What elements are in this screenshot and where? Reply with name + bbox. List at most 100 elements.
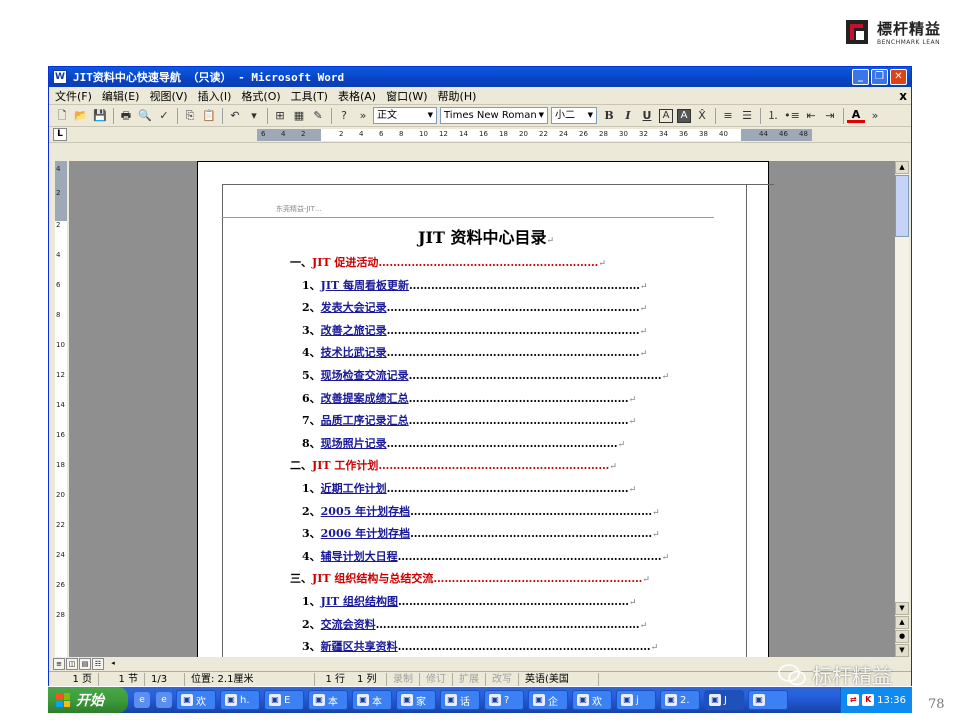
dropdown-arrow-icon[interactable]: ▾ [245, 107, 263, 125]
print-icon[interactable]: 🖶 [117, 107, 135, 125]
horizontal-ruler[interactable]: 6 4 2 2 4 6 8 10 12 14 16 18 20 22 24 26 28 30 32 34 36 38 40 4… [257, 129, 812, 141]
style-select[interactable]: 正文 ▼ [373, 107, 437, 124]
status-overtype[interactable]: 改写 [486, 672, 519, 686]
font-select[interactable]: Times New Roman ▼ [440, 107, 548, 124]
align-distributed-icon[interactable]: ☰ [738, 107, 756, 125]
document-close-button[interactable]: x [899, 89, 907, 103]
toc-item[interactable]: 1、JIT 组织结构图………………………………………………………↵ [302, 593, 637, 609]
vertical-scrollbar[interactable]: ▲ ▼ ▲ ● ▼ [895, 161, 909, 657]
toc-item[interactable]: 6、改善提案成绩汇总……………………………………………………↵ [302, 390, 636, 406]
taskbar-task-button[interactable]: ▣ [748, 690, 788, 710]
start-button[interactable]: 开始 [48, 687, 128, 713]
scroll-up-icon[interactable]: ▲ [895, 161, 909, 174]
toolbar-overflow-icon[interactable]: » [866, 107, 884, 125]
scroll-left-icon[interactable]: ◂ [107, 658, 119, 670]
toolbar-overflow-icon[interactable]: » [354, 107, 372, 125]
normal-view-icon[interactable]: ≡ [53, 658, 65, 670]
toc-item[interactable]: 1、近期工作计划…………………………………………………………↵ [302, 480, 636, 496]
menu-file[interactable]: 文件(F) [55, 88, 92, 104]
menu-edit[interactable]: 编辑(E) [102, 88, 140, 104]
antivirus-icon[interactable]: K [862, 694, 875, 706]
taskbar-task-button[interactable]: ▣ 企 [528, 690, 568, 710]
new-document-icon[interactable]: 🗋 [53, 107, 71, 125]
restore-button[interactable]: ❐ [871, 69, 888, 85]
menu-window[interactable]: 窗口(W) [386, 88, 427, 104]
scroll-down-icon[interactable]: ▼ [895, 602, 909, 615]
taskbar-task-button[interactable]: ▣ j [616, 690, 656, 710]
toc-item[interactable]: 3、改善之旅记录……………………………………………………………↵ [302, 322, 647, 338]
vertical-ruler[interactable]: 4 2 2 4 6 8 10 12 14 16 18 20 22 24 26 28 [55, 161, 67, 657]
toc-item[interactable]: 3、新疆区共享资料……………………………………………………………↵ [302, 638, 658, 654]
bold-button[interactable]: B [600, 107, 618, 125]
status-record[interactable]: 录制 [387, 672, 420, 686]
decrease-indent-icon[interactable]: ⇤ [802, 107, 820, 125]
prev-page-icon[interactable]: ▲ [895, 616, 909, 629]
toc-item[interactable]: 1、JIT 每周看板更新………………………………………………………↵ [302, 277, 648, 293]
increase-indent-icon[interactable]: ⇥ [821, 107, 839, 125]
network-icon[interactable]: ⇄ [847, 694, 860, 706]
columns-icon[interactable]: ▦ [290, 107, 308, 125]
bullets-icon[interactable]: •≡ [783, 107, 801, 125]
tab-selector[interactable]: L [53, 128, 67, 141]
taskbar-task-button[interactable]: ▣ 本 [308, 690, 348, 710]
save-icon[interactable]: 💾 [91, 107, 109, 125]
taskbar-task-button[interactable]: ▣ J [704, 690, 744, 710]
menu-insert[interactable]: 插入(I) [198, 88, 232, 104]
taskbar-task-button[interactable]: ▣ E [264, 690, 304, 710]
scroll-thumb[interactable] [895, 175, 909, 237]
drawing-icon[interactable]: ✎ [309, 107, 327, 125]
toc-item[interactable]: 3、2006 年计划存档…………………………………………………………↵ [302, 525, 660, 541]
toc-item[interactable]: 4、辅导计划大日程………………………………………………………………↵ [302, 548, 669, 564]
minimize-button[interactable]: _ [852, 69, 869, 85]
underline-button[interactable]: U [638, 107, 656, 125]
print-preview-icon[interactable]: 🔍 [136, 107, 154, 125]
char-scaling-icon[interactable]: X̂ [693, 107, 711, 125]
align-justify-icon[interactable]: ≡ [719, 107, 737, 125]
spelling-icon[interactable]: ✓ [155, 107, 173, 125]
toc-item[interactable]: 2、2005 年计划存档…………………………………………………………↵ [302, 503, 660, 519]
menu-tools[interactable]: 工具(T) [291, 88, 328, 104]
taskbar-task-button[interactable]: ▣ 欢 [176, 690, 216, 710]
menu-help[interactable]: 帮助(H) [438, 88, 477, 104]
open-folder-icon[interactable]: 📂 [72, 107, 90, 125]
menu-format[interactable]: 格式(O) [241, 88, 280, 104]
insert-table-icon[interactable]: ⊞ [271, 107, 289, 125]
paste-icon[interactable]: 📋 [200, 107, 218, 125]
browse-object-icon[interactable]: ● [895, 630, 909, 643]
ie-quicklaunch-icon[interactable]: e [156, 692, 172, 708]
menu-view[interactable]: 视图(V) [149, 88, 187, 104]
web-view-icon[interactable]: ◫ [66, 658, 78, 670]
taskbar-task-button[interactable]: ▣ 欢 [572, 690, 612, 710]
italic-button[interactable]: I [619, 107, 637, 125]
taskbar-task-button[interactable]: ▣ 家 [396, 690, 436, 710]
numbering-icon[interactable]: ⒈ [764, 107, 782, 125]
toc-item[interactable]: 2、发表大会记录……………………………………………………………↵ [302, 299, 647, 315]
print-view-icon[interactable]: ▤ [79, 658, 91, 670]
toc-item[interactable]: 4、技术比武记录……………………………………………………………↵ [302, 344, 647, 360]
font-color-button[interactable]: A [847, 108, 865, 123]
char-border-button[interactable]: A [659, 108, 673, 123]
taskbar-task-button[interactable]: ▣ h. [220, 690, 260, 710]
taskbar-task-button[interactable]: ▣ 2. [660, 690, 700, 710]
char-shading-button[interactable]: A [677, 108, 691, 123]
outline-view-icon[interactable]: ☷ [92, 658, 104, 670]
toc-item[interactable]: 7、品质工序记录汇总……………………………………………………↵ [302, 412, 636, 428]
ie-quicklaunch-icon[interactable]: e [134, 692, 150, 708]
status-extend[interactable]: 扩展 [453, 672, 486, 686]
next-page-icon[interactable]: ▼ [895, 644, 909, 657]
menu-table[interactable]: 表格(A) [338, 88, 376, 104]
taskbar-task-button[interactable]: ▣ 本 [352, 690, 392, 710]
toc-item[interactable]: 5、现场检查交流记录……………………………………………………………↵ [302, 367, 669, 383]
status-track-changes[interactable]: 修订 [420, 672, 453, 686]
taskbar-task-button[interactable]: ▣? [484, 690, 524, 710]
help-icon[interactable]: ? [335, 107, 353, 125]
title-bar[interactable]: W JIT资料中心快速导航 （只读） - Microsoft Word _ ❐ … [49, 67, 911, 87]
undo-icon[interactable]: ↶ [226, 107, 244, 125]
toc-item[interactable]: 2、交流会资料………………………………………………………………↵ [302, 616, 647, 632]
document-page[interactable]: 东莞精益-JIT… JIT 资料中心目录↵ 一、JIT 促进活动……………………… [197, 161, 774, 657]
copy-icon[interactable]: ⎘ [181, 107, 199, 125]
taskbar-task-button[interactable]: ▣ 话 [440, 690, 480, 710]
font-size-select[interactable]: 小二 ▼ [551, 107, 597, 124]
word-app-icon[interactable]: W [53, 70, 67, 84]
clock[interactable]: 13:36 [877, 695, 906, 706]
